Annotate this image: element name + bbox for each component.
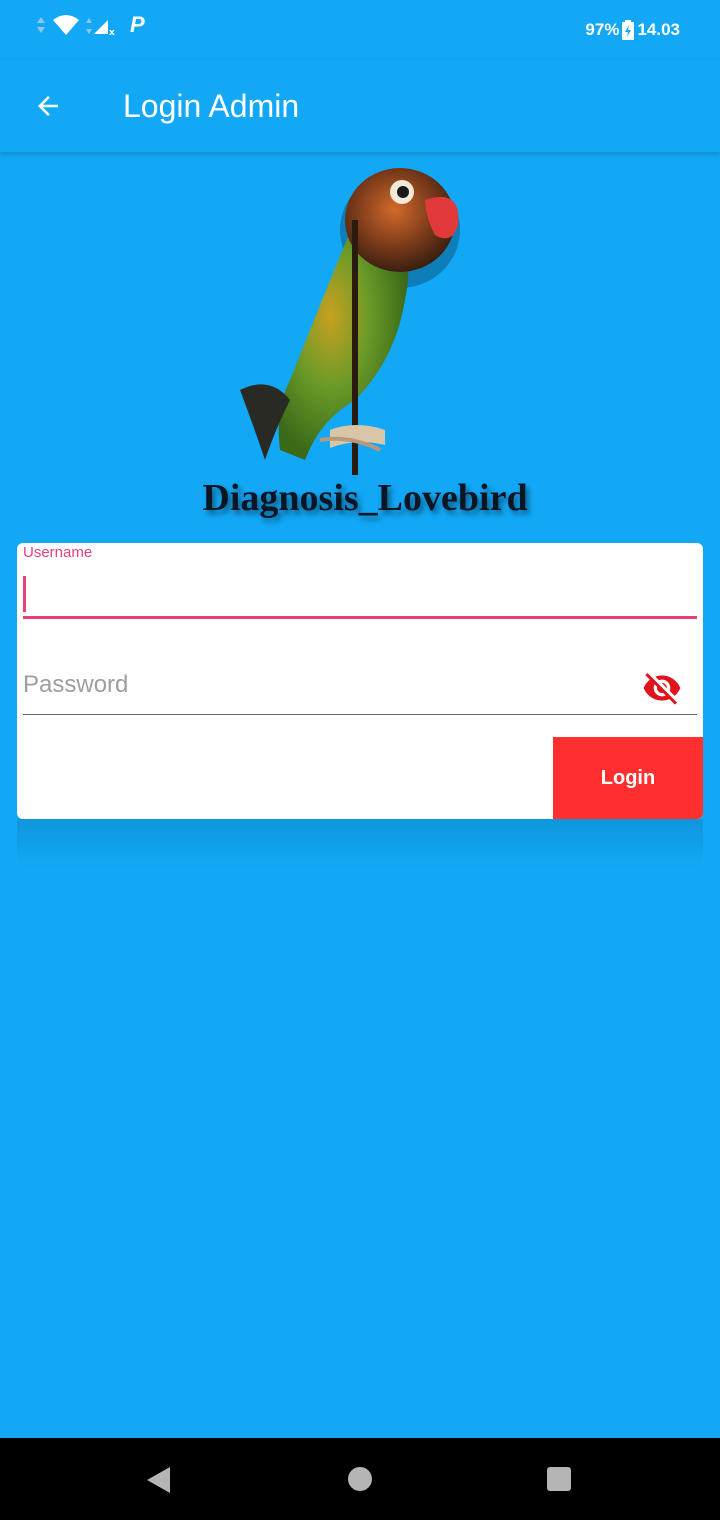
password-visibility-toggle[interactable]: [639, 665, 685, 711]
login-form-card: Username Login: [17, 543, 703, 819]
username-underline: [23, 616, 697, 619]
wifi-icon: [53, 15, 79, 35]
clock: 14.03: [637, 20, 680, 39]
signal-off-icon: x: [86, 18, 115, 36]
nav-home-icon[interactable]: [348, 1467, 372, 1491]
data-arrows-icon: [37, 17, 45, 33]
username-label: Username: [23, 544, 93, 561]
back-button[interactable]: [24, 82, 72, 130]
status-icons-left: x P: [36, 12, 145, 38]
app-logo: Diagnosis_Lovebird: [180, 160, 550, 530]
password-input[interactable]: [23, 665, 633, 705]
card-shadow: [17, 819, 703, 869]
status-bar: x P 97% 14.03: [0, 0, 720, 60]
arrow-back-icon: [38, 96, 58, 116]
text-cursor: [23, 576, 26, 612]
login-button[interactable]: Login: [553, 737, 703, 819]
app-bar: Login Admin: [0, 60, 720, 152]
nav-back-icon[interactable]: [146, 1466, 172, 1494]
svg-text:x: x: [109, 28, 115, 36]
parking-icon: P: [130, 12, 145, 37]
battery-percent: 97%: [585, 20, 620, 39]
page-title: Login Admin: [123, 88, 300, 124]
nav-recents-icon[interactable]: [547, 1467, 571, 1491]
visibility-off-icon: [643, 673, 681, 705]
battery-charging-icon: [622, 20, 635, 40]
username-input[interactable]: [23, 571, 695, 617]
status-icons-right: 97% 14.03: [585, 20, 680, 40]
lovebird-image: [240, 168, 460, 475]
system-nav-bar: [0, 1438, 720, 1520]
logo-caption: Diagnosis_Lovebird: [202, 477, 528, 519]
password-underline: [23, 714, 697, 715]
